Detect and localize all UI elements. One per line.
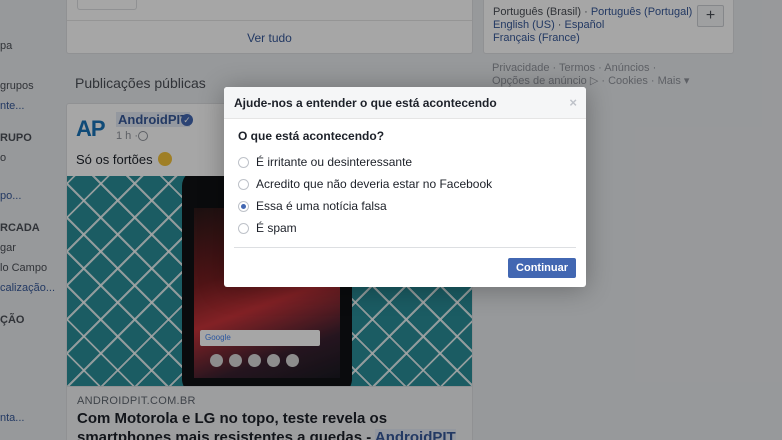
option-spam[interactable]: É spam bbox=[238, 217, 572, 239]
dialog-body: O que está acontecendo? É irritante ou d… bbox=[224, 119, 586, 239]
radio-button[interactable] bbox=[238, 178, 249, 190]
radio-button[interactable] bbox=[238, 222, 249, 234]
dialog-question: O que está acontecendo? bbox=[238, 129, 385, 143]
close-icon[interactable]: × bbox=[569, 95, 577, 110]
option-irritating[interactable]: É irritante ou desinteressante bbox=[238, 151, 572, 173]
continue-button[interactable]: Continuar bbox=[508, 258, 576, 278]
radio-button[interactable] bbox=[238, 156, 249, 168]
option-label: É irritante ou desinteressante bbox=[256, 155, 413, 169]
option-should-not-be-on-facebook[interactable]: Acredito que não deveria estar no Facebo… bbox=[238, 173, 572, 195]
report-dialog: Ajude-nos a entender o que está acontece… bbox=[224, 87, 586, 287]
option-label: Acredito que não deveria estar no Facebo… bbox=[256, 177, 493, 191]
option-label: É spam bbox=[256, 221, 297, 235]
radio-button-selected[interactable] bbox=[238, 200, 249, 212]
dialog-title: Ajude-nos a entender o que está acontece… bbox=[234, 96, 497, 110]
dialog-header: Ajude-nos a entender o que está acontece… bbox=[224, 87, 586, 119]
option-label: Essa é uma notícia falsa bbox=[256, 199, 387, 213]
dialog-divider bbox=[234, 247, 576, 248]
option-fake-news[interactable]: Essa é uma notícia falsa bbox=[238, 195, 572, 217]
